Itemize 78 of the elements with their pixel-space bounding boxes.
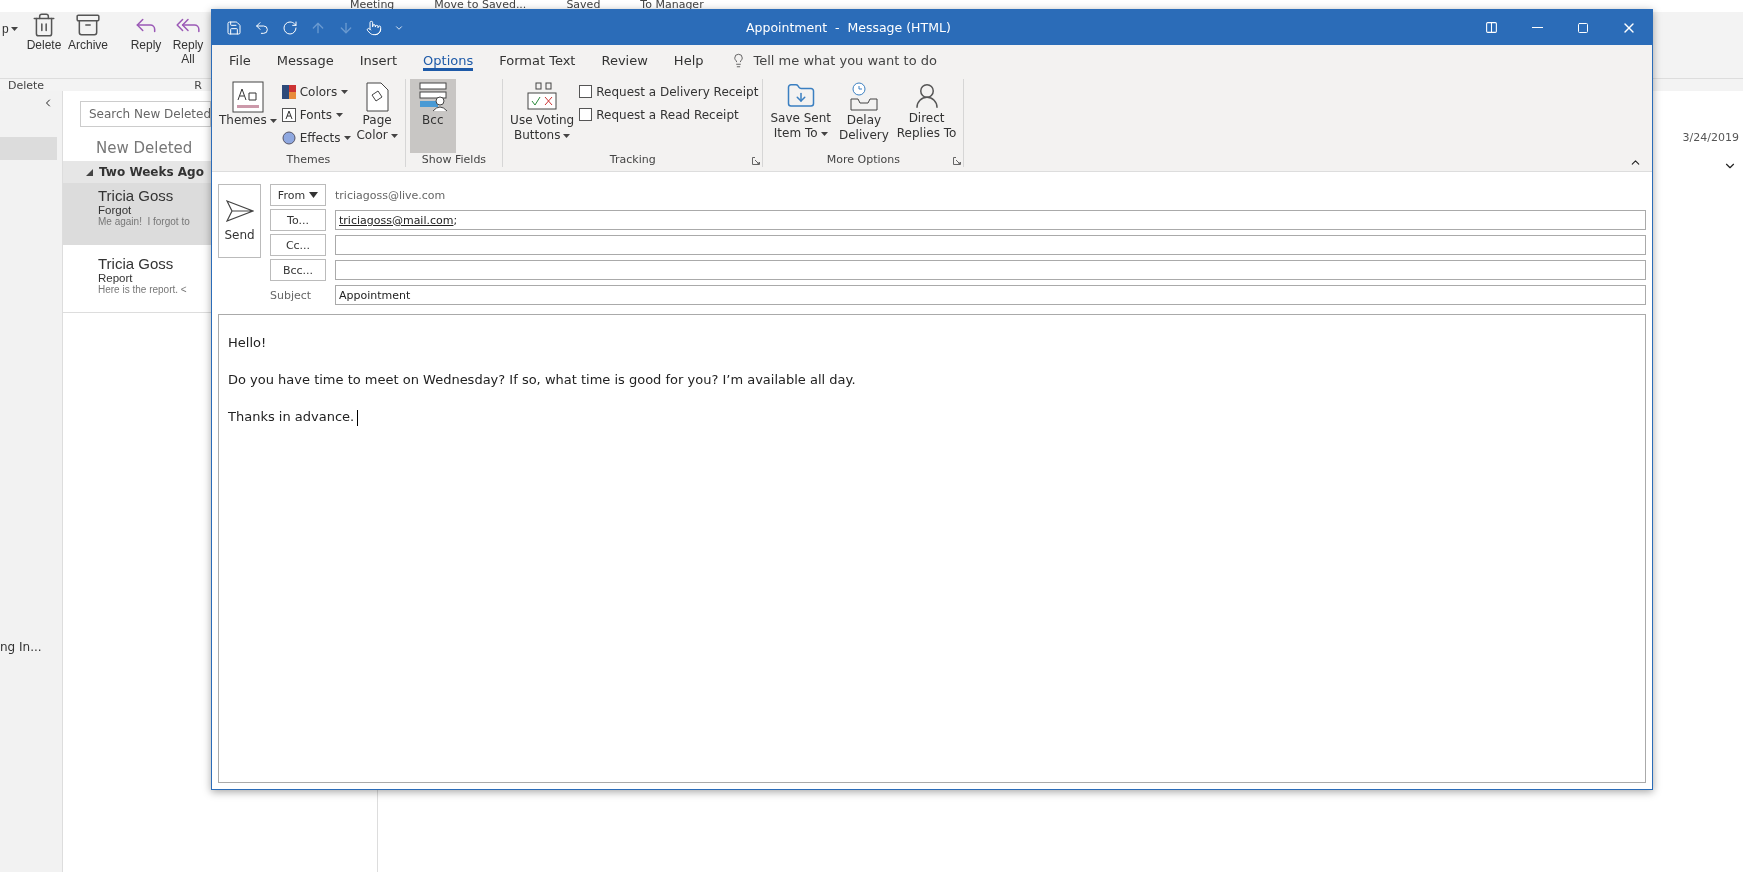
checkbox-option[interactable]: Request a Read Receipt xyxy=(579,104,759,125)
caret-icon xyxy=(309,192,319,198)
ribbon-button[interactable]: Delay Delivery xyxy=(836,79,892,153)
message-item[interactable]: Tricia Goss Forgot Me again! I forgot to xyxy=(63,183,211,245)
quick-step[interactable]: To Manager xyxy=(640,0,704,12)
send-button[interactable]: Send xyxy=(218,184,261,258)
checkbox[interactable] xyxy=(579,108,593,121)
group-label: R xyxy=(194,79,202,91)
archive-icon xyxy=(75,12,101,38)
save-icon[interactable] xyxy=(226,19,242,36)
effects-icon xyxy=(281,130,296,145)
from-address: triciagoss@live.com xyxy=(335,188,446,202)
quick-step[interactable]: Meeting xyxy=(350,0,395,12)
voting-icon xyxy=(526,81,559,113)
ribbon-button[interactable]: Page Color xyxy=(353,79,401,153)
subject-field[interactable]: Appointment xyxy=(335,285,1646,305)
search-field[interactable]: Search New Deleted xyxy=(80,101,211,127)
redo-icon[interactable] xyxy=(282,19,298,36)
dialog-launcher-icon[interactable] xyxy=(953,157,962,165)
maximize-icon xyxy=(1577,21,1589,34)
minimize-icon xyxy=(1531,27,1543,28)
tell-me-field[interactable]: Tell me what you want to do xyxy=(730,52,937,68)
window-title: Appointment - Message (HTML) xyxy=(746,20,951,35)
quick-step[interactable]: Move to Saved... xyxy=(434,0,527,12)
ribbon-button[interactable]: Use Voting Buttons xyxy=(507,79,578,153)
ribbon-tab[interactable]: File xyxy=(216,45,264,75)
recipient-button[interactable]: To... xyxy=(270,209,326,231)
touch-icon[interactable] xyxy=(366,19,382,36)
ribbon-tab[interactable]: Message xyxy=(263,45,347,75)
ribbon-button[interactable]: Fonts xyxy=(281,104,352,125)
ribbon-button[interactable]: Themes xyxy=(216,79,280,153)
caret-icon xyxy=(10,27,18,31)
colors-icon xyxy=(281,84,296,99)
recipient-field[interactable]: triciagoss@mail.com; xyxy=(335,210,1646,230)
ribbon-button[interactable]: Reply All xyxy=(168,12,208,66)
bcc-fields-icon xyxy=(417,81,448,113)
ribbon-button[interactable]: Colors xyxy=(281,81,352,102)
send-icon xyxy=(225,200,254,222)
ribbon-button[interactable]: Bcc xyxy=(409,79,456,153)
group-label: Themes xyxy=(285,153,332,167)
checkbox[interactable] xyxy=(579,85,593,98)
folder-title: New Deleted xyxy=(96,139,194,157)
ribbon-button[interactable]: p xyxy=(0,12,22,36)
message-date: 3/24/2019 xyxy=(1682,131,1739,144)
delay-inbox-icon xyxy=(847,81,880,113)
ribbon-button[interactable]: Archive xyxy=(66,12,110,52)
checkbox-option[interactable]: Request a Delivery Receipt xyxy=(579,81,759,102)
ribbon-tab[interactable]: Review xyxy=(588,45,661,75)
group-label: More Options xyxy=(825,153,901,167)
ribbon-tab[interactable]: Format Text xyxy=(486,45,589,75)
dialog-launcher-icon[interactable] xyxy=(752,157,761,165)
recipient-field[interactable] xyxy=(335,235,1646,255)
recipient-button[interactable]: Bcc... xyxy=(270,259,326,281)
ribbon-tab[interactable]: Help xyxy=(660,45,717,75)
trash-icon xyxy=(31,12,57,38)
recipient-field[interactable] xyxy=(335,260,1646,280)
recipient-button[interactable]: Cc... xyxy=(270,234,326,256)
ribbon-button[interactable]: Save Sent Item To xyxy=(767,79,834,153)
folder-item[interactable]: ng In... xyxy=(0,640,62,654)
message-body[interactable]: Hello! Do you have time to meet on Wednesday? If so, what time is good for you? I’m available all day. Thanks in advance. xyxy=(218,314,1646,783)
ribbon-button[interactable]: Delete xyxy=(22,12,66,52)
ribbon-tab[interactable]: Insert xyxy=(346,45,411,75)
ribbon-button[interactable]: Direct Replies To xyxy=(893,79,960,153)
from-button[interactable]: From xyxy=(270,184,326,206)
quick-step[interactable]: Saved xyxy=(566,0,601,12)
subject-label: Subject xyxy=(270,288,313,302)
ribbon-button[interactable]: Reply xyxy=(124,12,168,52)
undo-icon[interactable] xyxy=(254,19,270,36)
expanded-triangle-icon xyxy=(86,168,93,176)
group-header[interactable]: Two Weeks Ago xyxy=(63,161,211,183)
ribbon-display-icon xyxy=(1484,21,1498,34)
group-label: Delete xyxy=(8,79,45,91)
ribbon-button[interactable]: Effects xyxy=(281,127,352,148)
themes-icon xyxy=(231,81,264,113)
group-label: Tracking xyxy=(608,153,657,167)
fonts-icon xyxy=(281,107,296,122)
group-label: Show Fields xyxy=(421,153,487,167)
ribbon-tab[interactable]: Options xyxy=(410,45,487,75)
